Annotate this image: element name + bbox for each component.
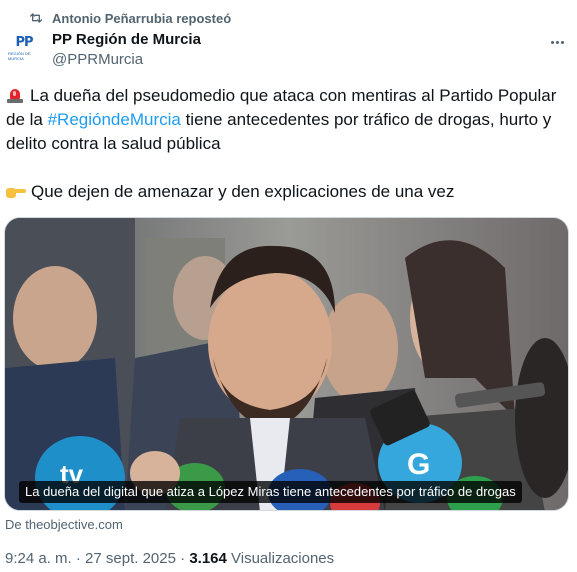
meta-separator-2: · [175, 550, 190, 567]
repost-indicator[interactable]: Antonio Peñarrubia reposteó [28, 10, 231, 26]
pointing-right-emoji-icon [6, 183, 26, 199]
press-photo: tv G [5, 218, 568, 510]
tweet-text: La dueña del pseudomedio que ataca con m… [6, 84, 566, 156]
media-caption: La dueña del digital que atiza a López M… [19, 481, 522, 503]
tweet-text-line2: Que dejen de amenazar y den explicacione… [6, 180, 454, 204]
tweet-meta: 9:24 a. m. · 27 sept. 2025 · 3.164 Visua… [5, 550, 334, 567]
avatar[interactable]: PP Región de Murcia [8, 33, 40, 65]
link-source[interactable]: De theobjective.com [5, 517, 123, 532]
tweet-time[interactable]: 9:24 a. m. [5, 550, 72, 567]
meta-separator: · [71, 550, 86, 567]
tweet-text-line2-content: Que dejen de amenazar y den explicacione… [31, 182, 455, 201]
author-handle[interactable]: @PPRMurcia [52, 51, 143, 68]
views-label: Visualizaciones [226, 550, 335, 567]
hashtag-link[interactable]: #RegióndeMurcia [48, 110, 181, 129]
repost-icon [30, 13, 42, 23]
avatar-logo-text: PP [15, 35, 33, 50]
more-options-icon[interactable] [547, 34, 567, 50]
avatar-subtext: Región de Murcia [8, 51, 31, 61]
repost-label: Antonio Peñarrubia reposteó [52, 10, 232, 26]
siren-emoji-icon [6, 87, 24, 103]
author-name[interactable]: PP Región de Murcia [52, 31, 201, 48]
mic-label-g: G [407, 448, 430, 481]
views-count: 3.164 [189, 550, 227, 567]
tweet-date[interactable]: 27 sept. 2025 [85, 550, 176, 567]
media-card[interactable]: tv G La dueña del digital que atiza a Ló… [4, 217, 569, 511]
